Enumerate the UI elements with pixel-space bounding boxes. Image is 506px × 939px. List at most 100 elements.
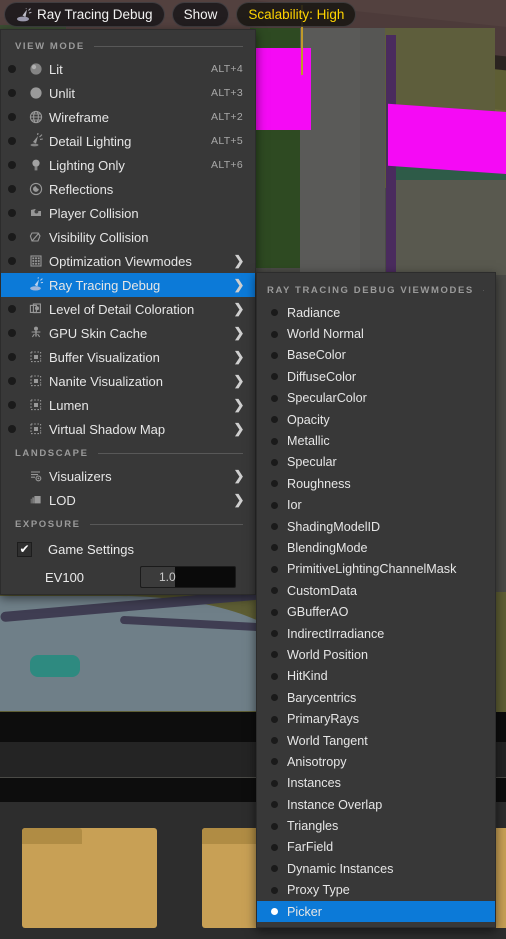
menu-item-label: Lighting Only	[49, 157, 125, 173]
menu-item-nanite-visualization[interactable]: Nanite Visualization ❯	[1, 369, 255, 393]
menu-item-farfield[interactable]: FarField	[257, 837, 495, 858]
game-settings-row[interactable]: ✔ Game Settings	[1, 535, 255, 563]
menu-item-indirectirradiance[interactable]: IndirectIrradiance	[257, 623, 495, 644]
menu-item-world-normal[interactable]: World Normal	[257, 323, 495, 344]
radio-bullet-icon	[261, 416, 287, 424]
menu-item-specularcolor[interactable]: SpecularColor	[257, 388, 495, 409]
menu-item-hitkind[interactable]: HitKind	[257, 666, 495, 687]
menu-item-specular[interactable]: Specular	[257, 452, 495, 473]
visualizers-icon	[23, 468, 49, 484]
menu-item-label: IndirectIrradiance	[287, 626, 385, 641]
radio-bullet-icon	[261, 737, 287, 744]
menu-item-blendingmode[interactable]: BlendingMode	[257, 537, 495, 558]
view-mode-menu[interactable]: VIEW MODE Lit ALT+4 Unlit ALT+3 Wireframe ALT…	[0, 29, 256, 595]
menu-item-customdata[interactable]: CustomData	[257, 580, 495, 601]
menu-item-label: Radiance	[287, 305, 341, 320]
menu-item-opacity[interactable]: Opacity	[257, 409, 495, 430]
menu-item-shadingmodelid[interactable]: ShadingModelID	[257, 516, 495, 537]
menu-item-anisotropy[interactable]: Anisotropy	[257, 751, 495, 772]
menu-item-shortcut: ALT+3	[211, 87, 243, 99]
menu-item-world-tangent[interactable]: World Tangent	[257, 730, 495, 751]
menu-item-proxy-type[interactable]: Proxy Type	[257, 880, 495, 901]
menu-item-label: World Tangent	[287, 733, 368, 748]
radio-bullet-icon	[1, 281, 23, 289]
radio-bullet-icon	[261, 801, 287, 809]
menu-item-world-position[interactable]: World Position	[257, 644, 495, 665]
menu-item-shortcut: ALT+4	[211, 63, 243, 75]
section-header-exposure: EXPOSURE	[1, 512, 255, 535]
menu-item-gbufferao[interactable]: GBufferAO	[257, 601, 495, 622]
lightbulb-icon	[23, 157, 49, 173]
scalability-menu-label: Scalability: High	[248, 7, 345, 22]
menu-item-ior[interactable]: Ior	[257, 495, 495, 516]
menu-item-label: Anisotropy	[287, 754, 347, 769]
menu-item-label: Roughness	[287, 476, 351, 491]
radio-bullet-icon	[261, 630, 287, 638]
virtual-shadow-map-icon	[23, 421, 49, 437]
menu-item-primitivelightingchannelmask[interactable]: PrimitiveLightingChannelMask	[257, 559, 495, 580]
radio-bullet-icon	[261, 694, 287, 702]
player-collision-icon	[23, 205, 49, 221]
menu-item-optimization-viewmodes[interactable]: Optimization Viewmodes ❯	[1, 249, 255, 273]
scalability-menu-button[interactable]: Scalability: High	[236, 2, 357, 27]
menu-item-ray-tracing-debug[interactable]: Ray Tracing Debug ❯	[1, 273, 255, 297]
menu-item-lighting-only[interactable]: Lighting Only ALT+6	[1, 153, 255, 177]
menu-item-metallic[interactable]: Metallic	[257, 430, 495, 451]
menu-item-unlit[interactable]: Unlit ALT+3	[1, 81, 255, 105]
radio-bullet-icon	[1, 305, 23, 313]
menu-item-instance-overlap[interactable]: Instance Overlap	[257, 794, 495, 815]
menu-item-virtual-shadow-map[interactable]: Virtual Shadow Map ❯	[1, 417, 255, 441]
menu-item-triangles[interactable]: Triangles	[257, 815, 495, 836]
menu-item-label: CustomData	[287, 583, 357, 598]
show-menu-label: Show	[183, 7, 218, 22]
menu-item-level-of-detail-coloration[interactable]: Level of Detail Coloration ❯	[1, 297, 255, 321]
menu-item-wireframe[interactable]: Wireframe ALT+2	[1, 105, 255, 129]
menu-item-radiance[interactable]: Radiance	[257, 302, 495, 323]
menu-item-roughness[interactable]: Roughness	[257, 473, 495, 494]
ray-tracing-debug-submenu[interactable]: RAY TRACING DEBUG VIEWMODES Radiance Worl…	[256, 272, 496, 928]
menu-item-lumen[interactable]: Lumen ❯	[1, 393, 255, 417]
menu-item-label: Proxy Type	[287, 883, 350, 898]
menu-item-label: Picker	[287, 904, 322, 919]
menu-item-label: Triangles	[287, 819, 339, 834]
nanite-visualization-icon	[23, 373, 49, 389]
lit-sphere-icon	[23, 61, 49, 77]
radio-bullet-icon	[1, 257, 23, 265]
menu-item-visibility-collision[interactable]: Visibility Collision	[1, 225, 255, 249]
menu-item-player-collision[interactable]: Player Collision	[1, 201, 255, 225]
menu-item-barycentrics[interactable]: Barycentrics	[257, 687, 495, 708]
menu-item-picker[interactable]: Picker	[257, 900, 495, 923]
menu-item-visualizers[interactable]: Visualizers ❯	[1, 464, 255, 488]
menu-item-gpu-skin-cache[interactable]: GPU Skin Cache ❯	[1, 321, 255, 345]
menu-item-detail-lighting[interactable]: Detail Lighting ALT+5	[1, 129, 255, 153]
menu-item-instances[interactable]: Instances	[257, 773, 495, 794]
radio-bullet-icon	[261, 886, 287, 894]
lod-icon	[23, 492, 49, 508]
grid-icon	[23, 253, 49, 269]
menu-item-label: Opacity	[287, 412, 330, 427]
menu-item-basecolor[interactable]: BaseColor	[257, 345, 495, 366]
viewmode-menu-button[interactable]: Ray Tracing Debug	[4, 2, 165, 27]
view-mode-item-list: Lit ALT+4 Unlit ALT+3 Wireframe ALT+2 Detail L…	[1, 57, 255, 441]
section-header-landscape: LANDSCAPE	[1, 441, 255, 464]
menu-item-diffusecolor[interactable]: DiffuseColor	[257, 366, 495, 387]
game-settings-checkbox[interactable]: ✔	[17, 541, 32, 557]
menu-item-reflections[interactable]: Reflections	[1, 177, 255, 201]
radio-bullet-icon	[1, 401, 23, 409]
folder-tab	[22, 828, 82, 844]
show-menu-button[interactable]: Show	[171, 2, 230, 27]
menu-item-primaryrays[interactable]: PrimaryRays	[257, 708, 495, 729]
menu-item-label: Player Collision	[49, 205, 139, 221]
radio-bullet-icon	[261, 458, 287, 466]
menu-item-label: BaseColor	[287, 348, 346, 363]
chevron-right-icon: ❯	[233, 492, 245, 507]
section-divider	[93, 46, 243, 47]
menu-item-lod[interactable]: LOD ❯	[1, 488, 255, 512]
menu-item-dynamic-instances[interactable]: Dynamic Instances	[257, 858, 495, 879]
ev100-slider[interactable]: 1.0	[140, 566, 236, 588]
menu-item-lit[interactable]: Lit ALT+4	[1, 57, 255, 81]
menu-item-buffer-visualization[interactable]: Buffer Visualization ❯	[1, 345, 255, 369]
radio-bullet-icon	[261, 587, 287, 595]
chevron-right-icon: ❯	[233, 397, 245, 412]
menu-item-label: PrimaryRays	[287, 712, 360, 727]
